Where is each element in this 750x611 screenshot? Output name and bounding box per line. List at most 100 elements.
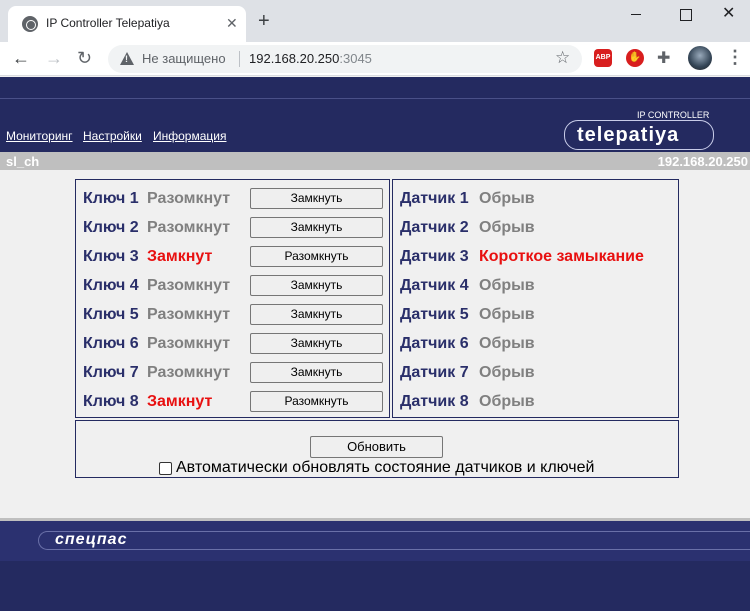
security-label[interactable]: Не защищено bbox=[142, 51, 226, 66]
key-toggle-button[interactable]: Замкнуть bbox=[250, 217, 383, 238]
minimize-icon[interactable] bbox=[626, 4, 646, 24]
browser-tab[interactable]: IP Controller Telepatiya ✕ bbox=[8, 6, 246, 42]
key-toggle-button[interactable]: Замкнуть bbox=[250, 188, 383, 209]
header-divider bbox=[0, 98, 750, 99]
key-row: Ключ 3 Замкнут Разомкнуть bbox=[76, 241, 389, 270]
key-state: Разомкнут bbox=[147, 190, 231, 207]
profile-avatar[interactable] bbox=[688, 46, 712, 70]
page: Мониторинг Настройки Информация IP CONTR… bbox=[0, 77, 750, 611]
sensor-name: Датчик 4 bbox=[400, 277, 469, 294]
forward-arrow-icon[interactable]: → bbox=[45, 48, 63, 68]
device-infobar: sl_ch 192.168.20.250 bbox=[0, 152, 750, 170]
key-state: Замкнут bbox=[147, 248, 213, 265]
product-label: IP CONTROLLER bbox=[637, 110, 710, 120]
key-toggle-button[interactable]: Замкнуть bbox=[250, 304, 383, 325]
key-toggle-button[interactable]: Разомкнуть bbox=[250, 246, 383, 267]
browser-toolbar: ← → ↻ Не защищено 192.168.20.250:3045 ☆ … bbox=[0, 42, 750, 76]
adblock-icon[interactable]: ABP bbox=[594, 49, 612, 67]
globe-icon bbox=[22, 16, 38, 32]
sensor-state: Обрыв bbox=[479, 335, 535, 352]
key-row: Ключ 2 Разомкнут Замкнуть bbox=[76, 212, 389, 241]
sensor-name: Датчик 3 bbox=[400, 248, 469, 265]
key-name: Ключ 4 bbox=[83, 277, 139, 294]
key-toggle-button[interactable]: Замкнуть bbox=[250, 333, 383, 354]
menu-link-settings[interactable]: Настройки bbox=[83, 129, 142, 143]
key-toggle-button[interactable]: Замкнуть bbox=[250, 362, 383, 383]
sensor-name: Датчик 8 bbox=[400, 393, 469, 410]
key-name: Ключ 2 bbox=[83, 219, 139, 236]
key-name: Ключ 3 bbox=[83, 248, 139, 265]
key-toggle-button[interactable]: Разомкнуть bbox=[250, 391, 383, 412]
sensor-state: Обрыв bbox=[479, 277, 535, 294]
new-tab-button[interactable]: + bbox=[258, 11, 270, 31]
browser-menu-icon[interactable]: ⋮ bbox=[726, 47, 744, 68]
key-row: Ключ 8 Замкнут Разомкнуть bbox=[76, 386, 389, 415]
key-state: Разомкнут bbox=[147, 335, 231, 352]
device-name: sl_ch bbox=[6, 154, 40, 169]
browser-tabstrip: IP Controller Telepatiya ✕ + ✕ bbox=[0, 0, 750, 42]
address-bar[interactable]: Не защищено 192.168.20.250:3045 ☆ bbox=[108, 45, 582, 73]
key-row: Ключ 7 Разомкнут Замкнуть bbox=[76, 357, 389, 386]
sensor-name: Датчик 2 bbox=[400, 219, 469, 236]
key-row: Ключ 6 Разомкнут Замкнуть bbox=[76, 328, 389, 357]
tab-title: IP Controller Telepatiya bbox=[46, 16, 170, 30]
key-row: Ключ 5 Разомкнут Замкнуть bbox=[76, 299, 389, 328]
reload-icon[interactable]: ↻ bbox=[77, 48, 92, 68]
key-state: Разомкнут bbox=[147, 219, 231, 236]
url-port: :3045 bbox=[339, 51, 372, 66]
address-divider bbox=[239, 51, 240, 67]
sensor-state: Обрыв bbox=[479, 219, 535, 236]
url-text[interactable]: 192.168.20.250:3045 bbox=[249, 51, 372, 66]
footer-band: спецпас bbox=[0, 521, 750, 561]
refresh-panel: Обновить Автоматически обновлять состоян… bbox=[75, 420, 679, 478]
keys-panel: Ключ 1 Разомкнут Замкнуть Ключ 2 Разомкн… bbox=[75, 179, 390, 418]
maximize-icon[interactable] bbox=[675, 4, 695, 24]
close-icon[interactable]: ✕ bbox=[226, 14, 238, 32]
key-state: Разомкнут bbox=[147, 364, 231, 381]
bookmark-star-icon[interactable]: ☆ bbox=[555, 48, 570, 68]
device-ip: 192.168.20.250 bbox=[657, 154, 748, 169]
auto-refresh-label[interactable]: Автоматически обновлять состояние датчик… bbox=[176, 459, 594, 477]
sensor-name: Датчик 1 bbox=[400, 190, 469, 207]
footer-logo-text: спецпас bbox=[55, 531, 128, 548]
sensor-row: Датчик 6 Обрыв bbox=[393, 328, 678, 357]
menu-link-monitoring[interactable]: Мониторинг bbox=[6, 129, 73, 143]
sensor-row: Датчик 7 Обрыв bbox=[393, 357, 678, 386]
site-header: Мониторинг Настройки Информация IP CONTR… bbox=[0, 77, 750, 152]
sensor-state: Обрыв bbox=[479, 393, 535, 410]
sensor-row: Датчик 4 Обрыв bbox=[393, 270, 678, 299]
block-hand-icon[interactable]: ✋ bbox=[626, 49, 644, 67]
warning-icon[interactable] bbox=[120, 52, 134, 65]
site-footer: спецпас bbox=[0, 521, 750, 611]
key-name: Ключ 5 bbox=[83, 306, 139, 323]
key-name: Ключ 6 bbox=[83, 335, 139, 352]
key-row: Ключ 1 Разомкнут Замкнуть bbox=[76, 183, 389, 212]
key-name: Ключ 7 bbox=[83, 364, 139, 381]
window-close-icon[interactable]: ✕ bbox=[722, 3, 735, 23]
sensor-row: Датчик 2 Обрыв bbox=[393, 212, 678, 241]
back-arrow-icon[interactable]: ← bbox=[12, 48, 30, 68]
sensor-name: Датчик 7 bbox=[400, 364, 469, 381]
key-state: Разомкнут bbox=[147, 306, 231, 323]
sensor-row: Датчик 1 Обрыв bbox=[393, 183, 678, 212]
sensor-state: Обрыв bbox=[479, 306, 535, 323]
menu-link-info[interactable]: Информация bbox=[153, 129, 226, 143]
key-state: Замкнут bbox=[147, 393, 213, 410]
key-name: Ключ 8 bbox=[83, 393, 139, 410]
telepatiya-logo: telepatiya bbox=[564, 120, 714, 150]
refresh-button[interactable]: Обновить bbox=[310, 436, 443, 458]
key-row: Ключ 4 Разомкнут Замкнуть bbox=[76, 270, 389, 299]
sensor-state: Короткое замыкание bbox=[479, 248, 644, 265]
logo-text: telepatiya bbox=[577, 124, 680, 146]
key-toggle-button[interactable]: Замкнуть bbox=[250, 275, 383, 296]
spetspas-logo: спецпас bbox=[38, 531, 750, 550]
extensions-puzzle-icon[interactable]: ✚ bbox=[657, 48, 670, 68]
sensor-name: Датчик 6 bbox=[400, 335, 469, 352]
auto-refresh-checkbox[interactable] bbox=[159, 462, 172, 475]
sensors-panel: Датчик 1 Обрыв Датчик 2 Обрыв Датчик 3 К… bbox=[392, 179, 679, 418]
key-state: Разомкнут bbox=[147, 277, 231, 294]
sensor-state: Обрыв bbox=[479, 190, 535, 207]
key-name: Ключ 1 bbox=[83, 190, 139, 207]
sensor-row: Датчик 5 Обрыв bbox=[393, 299, 678, 328]
sensor-state: Обрыв bbox=[479, 364, 535, 381]
